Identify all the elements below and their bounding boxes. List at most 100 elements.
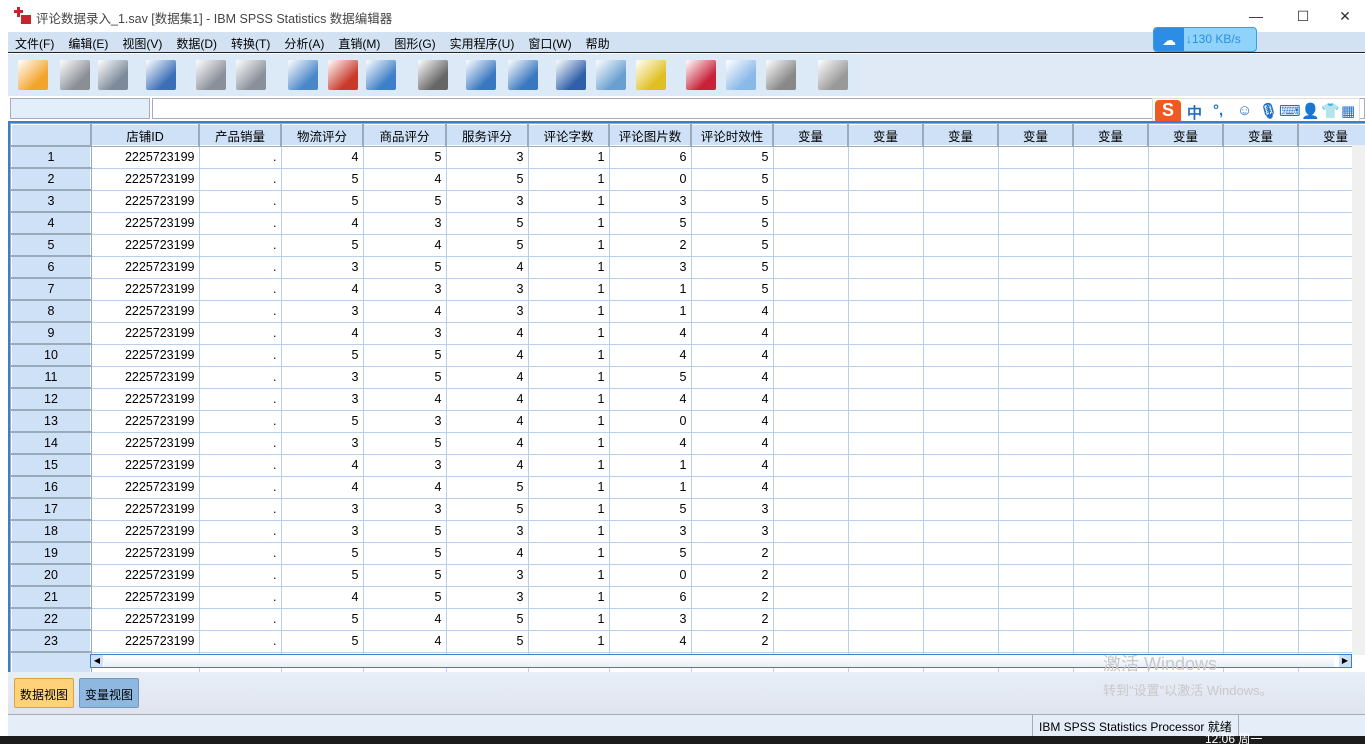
redo-icon[interactable] [236, 60, 266, 90]
grid-cell[interactable]: . [199, 388, 282, 411]
grid-cell[interactable] [773, 388, 849, 411]
grid-cell[interactable] [998, 454, 1074, 477]
grid-cell[interactable] [773, 344, 849, 367]
grid-cell[interactable] [998, 388, 1074, 411]
grid-cell[interactable]: 3 [691, 520, 774, 543]
grid-cell[interactable]: 1 [528, 234, 610, 257]
row-header[interactable]: 2 [10, 167, 92, 191]
grid-cell[interactable]: 3 [446, 564, 529, 587]
grid-cell[interactable]: 1 [528, 586, 610, 609]
grid-cell[interactable] [848, 454, 924, 477]
grid-cell[interactable]: 2225723199 [91, 388, 200, 411]
grid-cell[interactable]: 3 [609, 520, 692, 543]
grid-cell[interactable] [998, 300, 1074, 323]
grid-cell[interactable] [1148, 278, 1224, 301]
grid-cell[interactable]: 1 [609, 300, 692, 323]
grid-cell[interactable]: 3 [281, 256, 364, 279]
grid-cell[interactable]: 4 [691, 344, 774, 367]
grid-cell[interactable] [1223, 146, 1299, 169]
grid-cell[interactable]: 4 [363, 300, 447, 323]
row-header[interactable]: 6 [10, 255, 92, 279]
use-sets-icon[interactable] [726, 60, 756, 90]
grid-cell[interactable]: 5 [281, 344, 364, 367]
menu-item[interactable]: 图形(G) [387, 32, 442, 52]
grid-cell[interactable] [848, 234, 924, 257]
grid-cell[interactable]: 1 [528, 146, 610, 169]
grid-cell[interactable]: 5 [691, 234, 774, 257]
grid-cell[interactable]: 2225723199 [91, 520, 200, 543]
grid-cell[interactable]: 5 [446, 168, 529, 191]
grid-cell[interactable]: 1 [528, 168, 610, 191]
grid-cell[interactable]: . [199, 366, 282, 389]
grid-cell[interactable] [1148, 564, 1224, 587]
grid-cell[interactable] [1223, 300, 1299, 323]
grid-cell[interactable]: 5 [363, 190, 447, 213]
grid-cell[interactable] [1073, 300, 1149, 323]
grid-cell[interactable]: 1 [528, 256, 610, 279]
grid-cell[interactable]: . [199, 256, 282, 279]
grid-cell[interactable] [848, 278, 924, 301]
grid-cell[interactable]: 5 [281, 564, 364, 587]
row-header[interactable]: 17 [10, 497, 92, 521]
grid-cell[interactable]: 2225723199 [91, 586, 200, 609]
grid-cell[interactable]: 1 [528, 498, 610, 521]
grid-cell[interactable] [1073, 564, 1149, 587]
grid-cell[interactable] [1223, 234, 1299, 257]
grid-cell[interactable]: 4 [363, 476, 447, 499]
grid-cell[interactable]: 2225723199 [91, 564, 200, 587]
grid-cell[interactable] [998, 168, 1074, 191]
grid-cell[interactable]: 2225723199 [91, 432, 200, 455]
grid-cell[interactable] [773, 542, 849, 565]
grid-cell[interactable] [1148, 366, 1224, 389]
grid-cell[interactable]: 1 [528, 564, 610, 587]
grid-cell[interactable] [923, 168, 999, 191]
grid-cell[interactable] [923, 542, 999, 565]
grid-cell[interactable]: 4 [363, 168, 447, 191]
grid-cell[interactable] [1073, 586, 1149, 609]
grid-cell[interactable]: 5 [363, 542, 447, 565]
grid-cell[interactable] [923, 300, 999, 323]
menu-item[interactable]: 帮助 [579, 32, 617, 52]
grid-cell[interactable]: 2225723199 [91, 542, 200, 565]
grid-cell[interactable]: 4 [691, 322, 774, 345]
grid-cell[interactable] [773, 322, 849, 345]
row-header[interactable]: 15 [10, 453, 92, 477]
grid-cell[interactable] [1148, 146, 1224, 169]
grid-cell[interactable]: 5 [281, 608, 364, 631]
grid-cell[interactable]: 5 [363, 366, 447, 389]
grid-cell[interactable]: 1 [528, 542, 610, 565]
column-header[interactable]: 变量 [997, 123, 1074, 147]
grid-cell[interactable] [998, 256, 1074, 279]
grid-cell[interactable]: 0 [609, 410, 692, 433]
grid-cell[interactable]: 1 [528, 432, 610, 455]
grid-cell[interactable]: . [199, 300, 282, 323]
grid-cell[interactable] [998, 212, 1074, 235]
grid-cell[interactable]: 2225723199 [91, 498, 200, 521]
grid-cell[interactable]: 1 [528, 388, 610, 411]
grid-cell[interactable]: 2 [609, 234, 692, 257]
weight-cases-icon[interactable] [596, 60, 626, 90]
grid-cell[interactable] [773, 234, 849, 257]
grid-cell[interactable] [923, 190, 999, 213]
scroll-right-arrow-icon[interactable]: ▶ [1339, 655, 1351, 667]
grid-cell[interactable] [1223, 256, 1299, 279]
grid-cell[interactable]: 2225723199 [91, 630, 200, 653]
grid-cell[interactable] [923, 278, 999, 301]
grid-cell[interactable]: 3 [281, 498, 364, 521]
grid-cell[interactable] [998, 564, 1074, 587]
grid-cell[interactable] [848, 300, 924, 323]
row-header[interactable]: 18 [10, 519, 92, 543]
row-header[interactable]: 12 [10, 387, 92, 411]
grid-cell[interactable] [998, 344, 1074, 367]
grid-cell[interactable]: 4 [363, 388, 447, 411]
grid-cell[interactable]: 3 [446, 190, 529, 213]
column-header[interactable]: 变量 [922, 123, 999, 147]
grid-cell[interactable] [923, 476, 999, 499]
grid-cell[interactable]: 3 [609, 608, 692, 631]
grid-cell[interactable] [848, 256, 924, 279]
grid-cell[interactable]: 1 [528, 322, 610, 345]
column-header[interactable]: 变量 [1222, 123, 1299, 147]
grid-cell[interactable]: 4 [446, 388, 529, 411]
grid-cell[interactable]: 1 [528, 212, 610, 235]
grid-cell[interactable]: 4 [446, 344, 529, 367]
